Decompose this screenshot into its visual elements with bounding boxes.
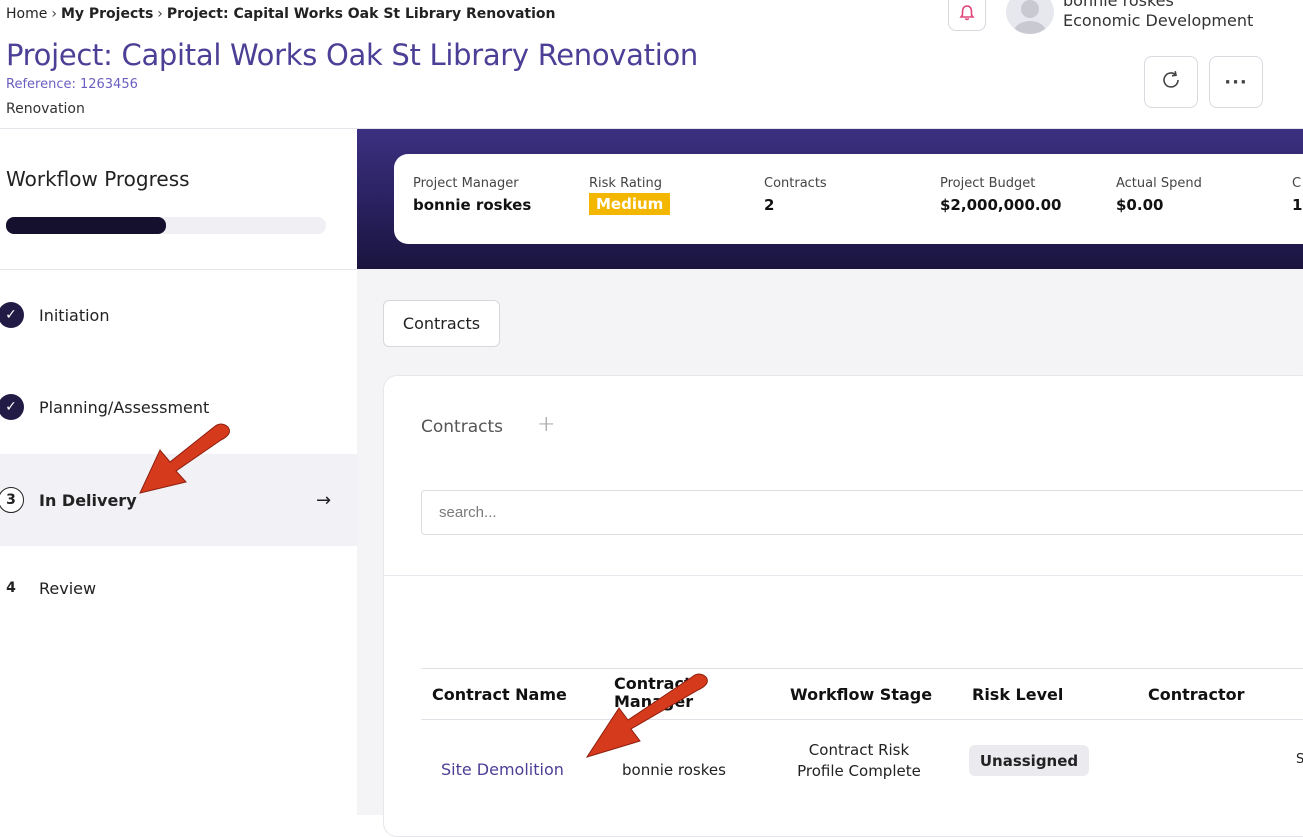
contracts-table-header: Contract Name Contract Manager Workflow … (421, 668, 1303, 720)
workflow-step-planning[interactable]: ✓ Planning/Assessment (0, 361, 357, 453)
stat-value: 2 (764, 196, 775, 214)
more-options-button[interactable]: ··· (1209, 56, 1263, 108)
page-title: Project: Capital Works Oak St Library Re… (6, 38, 698, 72)
more-icon: ··· (1224, 71, 1248, 93)
breadcrumb-home[interactable]: Home (6, 6, 47, 22)
workflow-step-label: Initiation (39, 305, 110, 325)
stat-value: bonnie roskes (413, 196, 532, 214)
stat-label: Project Manager (413, 176, 519, 191)
tab-contracts[interactable]: Contracts (383, 300, 500, 347)
stat-value: 1 (1292, 196, 1303, 214)
bell-icon (959, 4, 975, 26)
contracts-panel-title: Contracts (421, 417, 503, 437)
arrow-right-icon: → (316, 489, 332, 511)
project-stats-card: Project Manager bonnie roskes Risk Ratin… (394, 154, 1303, 244)
stat-label: Risk Rating (589, 176, 662, 191)
breadcrumb-separator: › (51, 6, 57, 22)
stat-actual-spend: Actual Spend $0.00 (1116, 176, 1202, 214)
risk-rating-badge: Medium (589, 193, 671, 215)
stat-contracts: Contracts 2 (764, 176, 827, 214)
workflow-progress-bar (6, 217, 326, 234)
stat-risk-rating: Risk Rating Medium (589, 176, 671, 215)
refresh-icon (1160, 69, 1182, 95)
truncated-cell: S (1296, 752, 1303, 767)
stat-label: Project Budget (940, 176, 1036, 191)
project-reference: Reference: 1263456 (6, 77, 138, 92)
breadcrumb-current: Project: Capital Works Oak St Library Re… (166, 6, 556, 22)
breadcrumb: Home › My Projects › Project: Capital Works … (6, 6, 555, 22)
add-contract-button[interactable]: + (537, 412, 555, 437)
panel-divider (383, 575, 1303, 576)
user-name: bonnie roskes (1063, 0, 1174, 10)
workflow-progress-fill (6, 217, 166, 234)
workflow-step-initiation[interactable]: ✓ Initiation (0, 269, 357, 361)
stat-value: $2,000,000.00 (940, 196, 1062, 214)
check-icon: ✓ (0, 394, 24, 420)
user-avatar[interactable] (1006, 0, 1054, 34)
column-header-contract-name[interactable]: Contract Name (432, 685, 567, 704)
workflow-step-in-delivery[interactable]: 3 In Delivery → (0, 454, 357, 546)
workflow-stage-cell: Contract Risk Profile Complete (797, 741, 921, 780)
stat-label: C (1292, 176, 1302, 191)
contracts-search-input[interactable] (421, 490, 1303, 535)
stat-label: Actual Spend (1116, 176, 1202, 191)
workflow-step-label: In Delivery (39, 490, 137, 510)
stat-truncated: C 1 (1292, 176, 1302, 214)
check-icon: ✓ (0, 302, 24, 328)
column-header-contract-manager[interactable]: Contract Manager (614, 675, 704, 711)
risk-level-badge: Unassigned (969, 745, 1089, 776)
workflow-progress-title: Workflow Progress (6, 167, 190, 191)
contract-name-link[interactable]: Site Demolition (441, 760, 564, 779)
stat-value: $0.00 (1116, 196, 1164, 214)
contract-manager-cell: bonnie roskes (622, 761, 726, 779)
column-header-contractor[interactable]: Contractor (1148, 685, 1244, 704)
column-header-workflow-stage[interactable]: Workflow Stage (790, 685, 932, 704)
notifications-button[interactable] (948, 0, 986, 31)
breadcrumb-my-projects[interactable]: My Projects (61, 6, 153, 22)
project-type: Renovation (6, 101, 85, 117)
workflow-step-review[interactable]: 4 Review (0, 542, 357, 634)
step-number: 3 (0, 487, 24, 513)
stat-project-manager: Project Manager bonnie roskes (413, 176, 531, 214)
workflow-step-label: Review (39, 578, 97, 598)
stat-project-budget: Project Budget $2,000,000.00 (940, 176, 1061, 214)
page-header: Home › My Projects › Project: Capital Works … (0, 0, 1303, 129)
workflow-step-label: Planning/Assessment (39, 397, 210, 417)
breadcrumb-separator: › (157, 6, 163, 22)
stat-label: Contracts (764, 176, 827, 191)
step-number: 4 (0, 575, 24, 601)
user-department: Economic Development (1063, 11, 1254, 30)
column-header-risk-level[interactable]: Risk Level (972, 685, 1063, 704)
refresh-button[interactable] (1144, 56, 1198, 108)
workflow-progress-header: Workflow Progress (0, 129, 357, 270)
workflow-sidebar: Workflow Progress ✓ Initiation ✓ Plannin… (0, 129, 358, 815)
